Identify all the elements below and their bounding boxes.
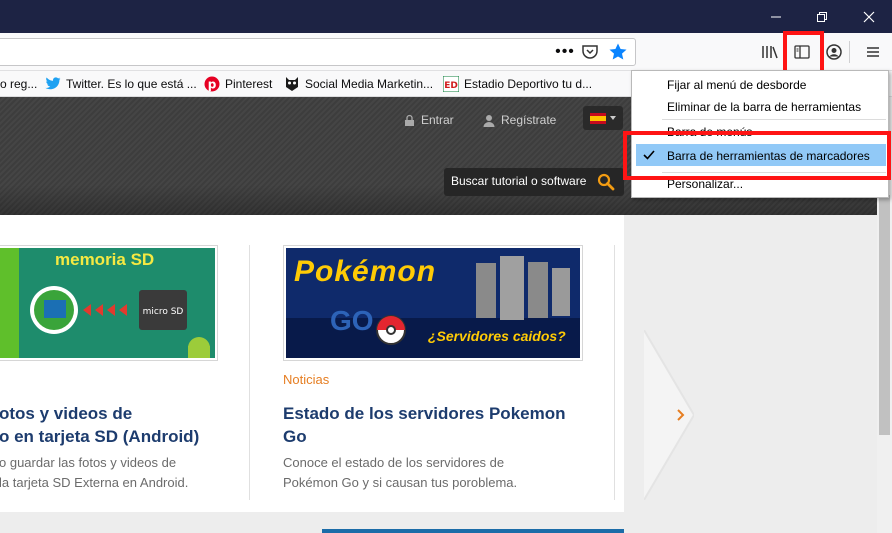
caret-down-icon bbox=[610, 116, 616, 120]
login-link[interactable]: Entrar bbox=[404, 113, 454, 127]
spain-flag-icon bbox=[590, 112, 606, 124]
bookmark-label: Pinterest bbox=[225, 77, 273, 91]
article-title[interactable]: otos y videos de o en tarjeta SD (Androi… bbox=[0, 402, 199, 448]
desc-line: Pokémon Go y si causan tus poroblema. bbox=[283, 475, 518, 490]
hamburger-icon bbox=[867, 47, 879, 57]
title-line: otos y videos de bbox=[0, 404, 133, 423]
twitter-icon bbox=[45, 76, 61, 92]
lock-icon bbox=[405, 114, 414, 126]
svg-text:micro SD: micro SD bbox=[143, 307, 184, 317]
article-category[interactable]: Noticias bbox=[283, 372, 329, 387]
close-window-button[interactable] bbox=[846, 0, 892, 33]
title-line: o en tarjeta SD (Android) bbox=[0, 427, 200, 446]
menu-item-remove-toolbar[interactable]: Eliminar de la barra de herramientas bbox=[667, 100, 861, 114]
annotation-highlight-box bbox=[783, 31, 824, 74]
search-icon[interactable] bbox=[597, 173, 615, 191]
bookmark-item-social-media[interactable]: Social Media Marketin... bbox=[284, 75, 433, 93]
article-description: Conoce el estado de los servidores de Po… bbox=[283, 453, 517, 493]
login-label: Entrar bbox=[421, 113, 454, 127]
close-icon bbox=[863, 11, 875, 22]
language-selector[interactable] bbox=[583, 106, 623, 130]
bookmark-star-icon[interactable] bbox=[608, 42, 628, 62]
bookmark-label: Estadio Deportivo tu d... bbox=[464, 77, 593, 91]
pinterest-icon: p bbox=[204, 76, 220, 92]
ed-logo-icon: ED bbox=[443, 76, 459, 92]
user-icon bbox=[483, 114, 495, 127]
bookmark-label: Twitter. Es lo que está ... bbox=[66, 77, 197, 91]
register-link[interactable]: Regístrate bbox=[483, 113, 556, 127]
owl-icon bbox=[284, 76, 300, 92]
thumbnail-caption: memoria SD bbox=[55, 250, 155, 269]
bookmark-item-pinterest[interactable]: p Pinterest bbox=[204, 75, 272, 93]
svg-text:ED: ED bbox=[444, 81, 458, 91]
pocket-icon[interactable] bbox=[581, 43, 599, 61]
thumbnail-caption: ¿Servidores caidos? bbox=[428, 328, 566, 344]
desc-line: Conoce el estado de los servidores de bbox=[283, 455, 505, 470]
thumbnail-logo-subtext: GO bbox=[330, 305, 374, 336]
article-title[interactable]: Estado de los servidores Pokemon Go bbox=[283, 402, 565, 448]
menu-separator bbox=[662, 119, 886, 120]
library-button[interactable] bbox=[755, 33, 785, 71]
navigation-toolbar: ••• bbox=[0, 33, 892, 71]
restore-icon bbox=[817, 11, 827, 22]
url-bar[interactable]: ••• bbox=[0, 38, 636, 66]
search-placeholder: Buscar tutorial o software bbox=[451, 174, 587, 188]
bookmark-item-twitter[interactable]: Twitter. Es lo que está ... bbox=[45, 75, 197, 93]
register-label: Regístrate bbox=[501, 113, 557, 127]
card-divider bbox=[614, 245, 615, 500]
bookmark-item-estadio-deportivo[interactable]: ED Estadio Deportivo tu d... bbox=[443, 75, 592, 93]
toolbar-separator bbox=[849, 41, 850, 63]
svg-text:p: p bbox=[208, 78, 217, 92]
bookmark-label: o reg... bbox=[0, 77, 38, 91]
thumbnail-logo-text: Pokémon bbox=[294, 255, 437, 288]
page-actions-icon[interactable]: ••• bbox=[555, 42, 575, 62]
accent-line bbox=[322, 529, 624, 533]
card-divider bbox=[249, 245, 250, 500]
annotation-highlight-box bbox=[623, 131, 891, 180]
menu-item-pin-overflow[interactable]: Fijar al menú de desborde bbox=[667, 78, 806, 92]
restore-button[interactable] bbox=[799, 0, 845, 33]
title-line: Go bbox=[283, 427, 307, 446]
desc-line: o guardar las fotos y videos de bbox=[0, 455, 177, 470]
main-menu-button[interactable] bbox=[858, 33, 888, 71]
desc-line: la tarjeta SD Externa en Android. bbox=[0, 475, 189, 490]
title-line: Estado de los servidores Pokemon bbox=[283, 404, 566, 423]
article-description: o guardar las fotos y videos de la tarje… bbox=[0, 453, 188, 493]
bookmark-item[interactable]: o reg... bbox=[0, 75, 37, 93]
carousel-next-arrow-icon[interactable] bbox=[644, 330, 694, 500]
minimize-icon bbox=[771, 16, 781, 17]
account-icon bbox=[826, 44, 842, 60]
library-icon bbox=[762, 46, 778, 59]
scrollbar-thumb[interactable] bbox=[879, 195, 890, 435]
minimize-button[interactable] bbox=[753, 0, 799, 33]
bookmark-label: Social Media Marketin... bbox=[305, 77, 434, 91]
